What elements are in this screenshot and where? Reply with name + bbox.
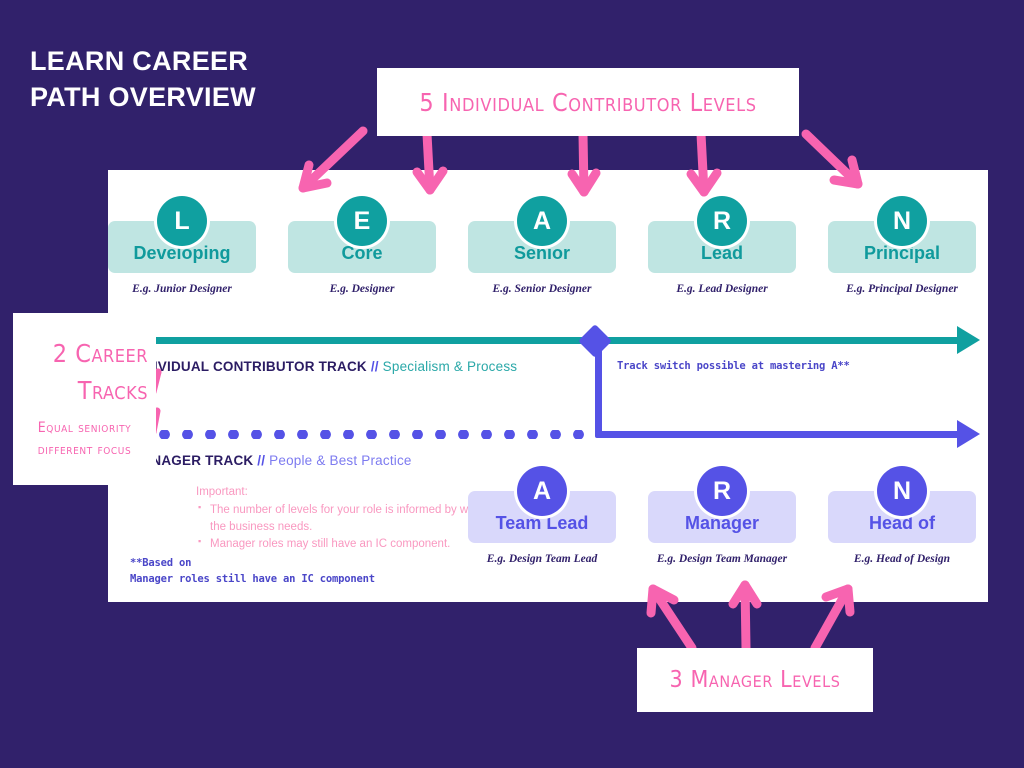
ic-level-card-5[interactable]: N Principal E.g. Principal Designer <box>828 196 976 295</box>
ic-track-arrowhead-icon <box>957 326 980 354</box>
callout-career-tracks: 2 Career Tracks Equal seniority differen… <box>13 313 156 485</box>
ic-level-badge-3: A <box>517 196 567 246</box>
ic-level-badge-2: E <box>337 196 387 246</box>
ic-track-line <box>130 337 962 344</box>
ic-levels-row: L Developing E.g. Junior Designer E Core… <box>108 196 988 316</box>
manager-level-example-1: E.g. Design Team Lead <box>486 553 598 565</box>
manager-track-dotted-line <box>130 430 595 439</box>
manager-levels-row: A Team Lead E.g. Design Team Lead R Mana… <box>108 466 988 584</box>
manager-level-card-2[interactable]: R Manager E.g. Design Team Manager <box>648 466 796 565</box>
manager-level-badge-1: A <box>517 466 567 516</box>
page-title-line-1: LEARN CAREER <box>30 46 249 76</box>
callout-career-tracks-sub-line-1: Equal seniority <box>37 419 132 436</box>
ic-track-label-slash: // <box>370 359 379 374</box>
ic-level-example-2: E.g. Designer <box>329 283 395 295</box>
ic-level-example-1: E.g. Junior Designer <box>132 283 232 295</box>
manager-level-example-3: E.g. Head of Design <box>853 553 951 565</box>
ic-level-card-4[interactable]: R Lead E.g. Lead Designer <box>648 196 796 295</box>
ic-level-badge-1: L <box>157 196 207 246</box>
page-title-line-2: PATH OVERVIEW <box>30 81 256 112</box>
manager-level-badge-2: R <box>697 466 747 516</box>
callout-career-tracks-sub-line-2: different focus <box>37 442 132 459</box>
callout-manager-levels: 3 Manager Levels <box>637 648 873 712</box>
page-title: LEARN CAREER PATH OVERVIEW <box>30 44 256 115</box>
ic-level-example-5: E.g. Principal Designer <box>846 283 958 295</box>
callout-ic-levels: 5 Individual Contributor Levels <box>377 68 799 136</box>
ic-level-card-2[interactable]: E Core E.g. Designer <box>288 196 436 295</box>
ic-level-example-4: E.g. Lead Designer <box>676 283 768 295</box>
ic-track-label-main: INDIVIDUAL CONTRIBUTOR TRACK <box>130 359 367 374</box>
ic-level-badge-4: R <box>697 196 747 246</box>
callout-manager-levels-text: 3 Manager Levels <box>669 667 841 693</box>
manager-level-badge-3: N <box>877 466 927 516</box>
callout-career-tracks-title-line-2: Tracks <box>77 375 148 405</box>
callout-career-tracks-title-line-1: 2 Career <box>52 339 148 369</box>
track-switch-note: Track switch possible at mastering A** <box>617 360 850 372</box>
manager-track-solid-line <box>595 431 962 438</box>
callout-ic-levels-text: 5 Individual Contributor Levels <box>419 87 757 117</box>
manager-track-arrowhead-icon <box>957 420 980 448</box>
manager-level-card-1[interactable]: A Team Lead E.g. Design Team Lead <box>468 466 616 565</box>
slide-canvas: LEARN CAREER PATH OVERVIEW L Developing … <box>0 0 1024 768</box>
ic-level-badge-5: N <box>877 196 927 246</box>
ic-track-label: INDIVIDUAL CONTRIBUTOR TRACK // Speciali… <box>130 359 517 374</box>
ic-level-card-1[interactable]: L Developing E.g. Junior Designer <box>108 196 256 295</box>
ic-level-card-3[interactable]: A Senior E.g. Senior Designer <box>468 196 616 295</box>
manager-level-card-3[interactable]: N Head of E.g. Head of Design <box>828 466 976 565</box>
manager-level-example-2: E.g. Design Team Manager <box>656 553 788 565</box>
ic-level-example-3: E.g. Senior Designer <box>492 283 592 295</box>
ic-track-label-sub: Specialism & Process <box>382 359 518 374</box>
